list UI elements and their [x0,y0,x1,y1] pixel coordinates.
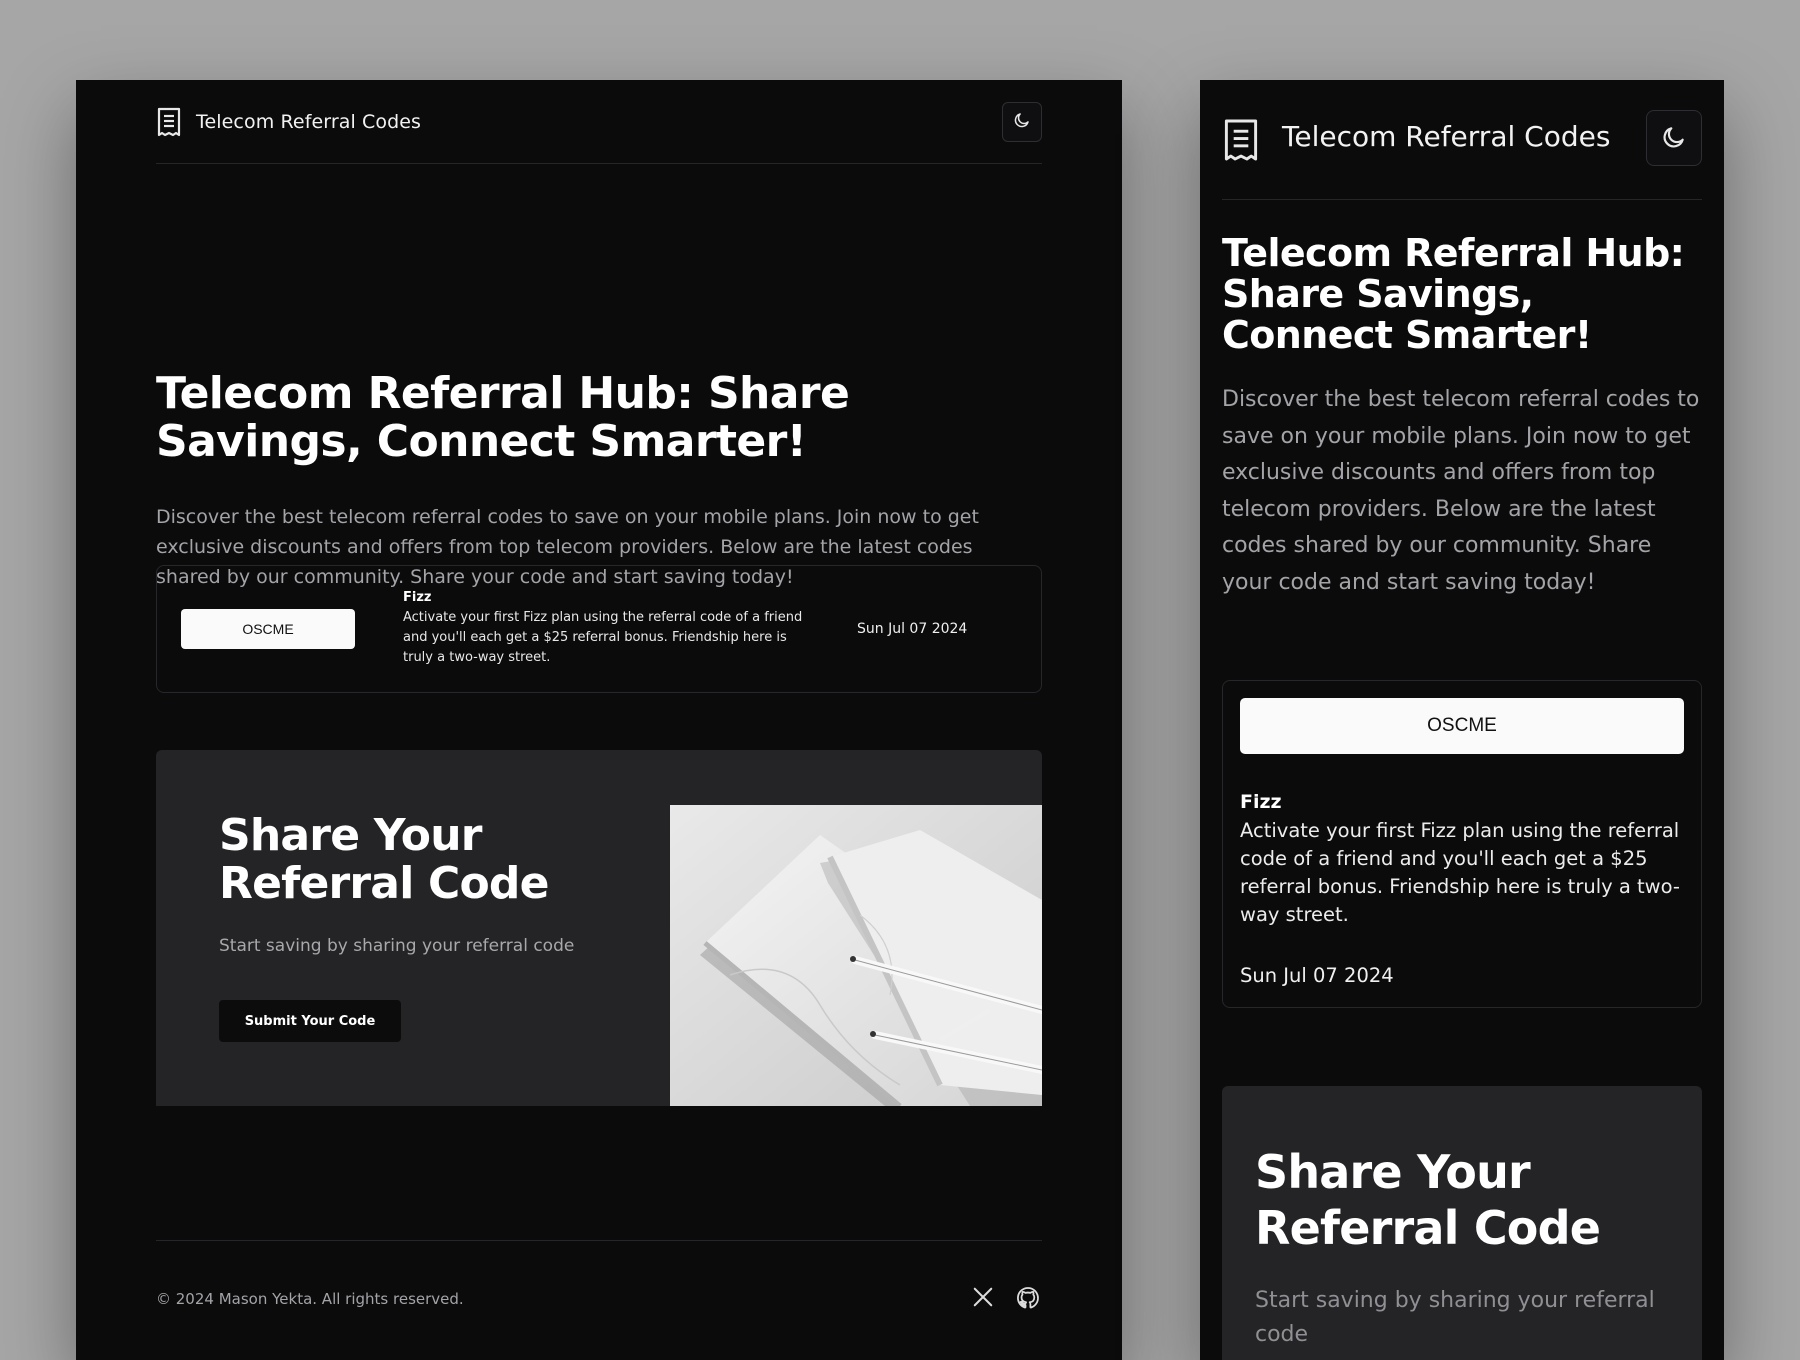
notebook-photo [670,805,1042,1106]
mobile-share-subtitle: Start saving by sharing your referral co… [1255,1288,1655,1347]
mobile-hero-title: Telecom Referral Hub: Share Savings, Con… [1222,231,1685,357]
desktop-view: Telecom Referral Codes Telecom Referral … [76,80,1122,1360]
referral-card: OSCME Fizz Activate your first Fizz plan… [156,565,1042,693]
share-subtitle: Start saving by sharing your referral co… [219,936,575,956]
submit-code-button[interactable]: Submit Your Code [219,1000,401,1042]
site-header: Telecom Referral Codes [156,80,1042,164]
referral-code-button[interactable]: OSCME [181,609,355,649]
referral-offer: Activate your first Fizz plan using the … [403,610,803,665]
github-icon[interactable] [1016,1286,1040,1314]
mobile-view: Telecom Referral Codes Telecom Referral … [1200,80,1724,1360]
referral-date: Sun Jul 07 2024 [857,621,968,637]
mobile-hero-description: Discover the best telecom referral codes… [1222,387,1700,595]
mobile-referral-card: OSCME Fizz Activate your first Fizz plan… [1222,680,1702,1008]
footer-divider [156,1240,1042,1241]
share-section: Share Your Referral Code Start saving by… [156,750,1042,1106]
receipt-icon[interactable] [1222,118,1260,162]
site-brand[interactable]: Telecom Referral Codes [196,111,421,133]
mobile-site-header: Telecom Referral Codes [1222,110,1702,200]
social-links [972,1286,1040,1314]
x-icon[interactable] [972,1286,994,1314]
share-title: Share Your Referral Code [219,810,549,909]
mobile-share-section: Share Your Referral Code Start saving by… [1222,1086,1702,1360]
moon-icon [1661,124,1687,153]
theme-toggle-button[interactable] [1002,101,1042,142]
footer-copyright: © 2024 Mason Yekta. All rights reserved. [156,1290,464,1308]
mobile-site-brand[interactable]: Telecom Referral Codes [1282,120,1610,153]
referral-provider: Fizz [403,590,432,605]
receipt-icon[interactable] [156,107,182,137]
hero-title: Telecom Referral Hub: Share Savings, Con… [156,368,850,467]
mobile-referral-provider: Fizz [1240,791,1282,813]
mobile-theme-toggle-button[interactable] [1646,110,1702,166]
mobile-share-title: Share Your Referral Code [1255,1145,1601,1255]
mobile-referral-date: Sun Jul 07 2024 [1240,964,1394,987]
referral-details: Fizz Activate your first Fizz plan using… [403,590,803,668]
mobile-referral-offer: Activate your first Fizz plan using the … [1240,819,1680,926]
mobile-referral-code-button[interactable]: OSCME [1240,698,1684,754]
moon-icon [1013,111,1031,132]
